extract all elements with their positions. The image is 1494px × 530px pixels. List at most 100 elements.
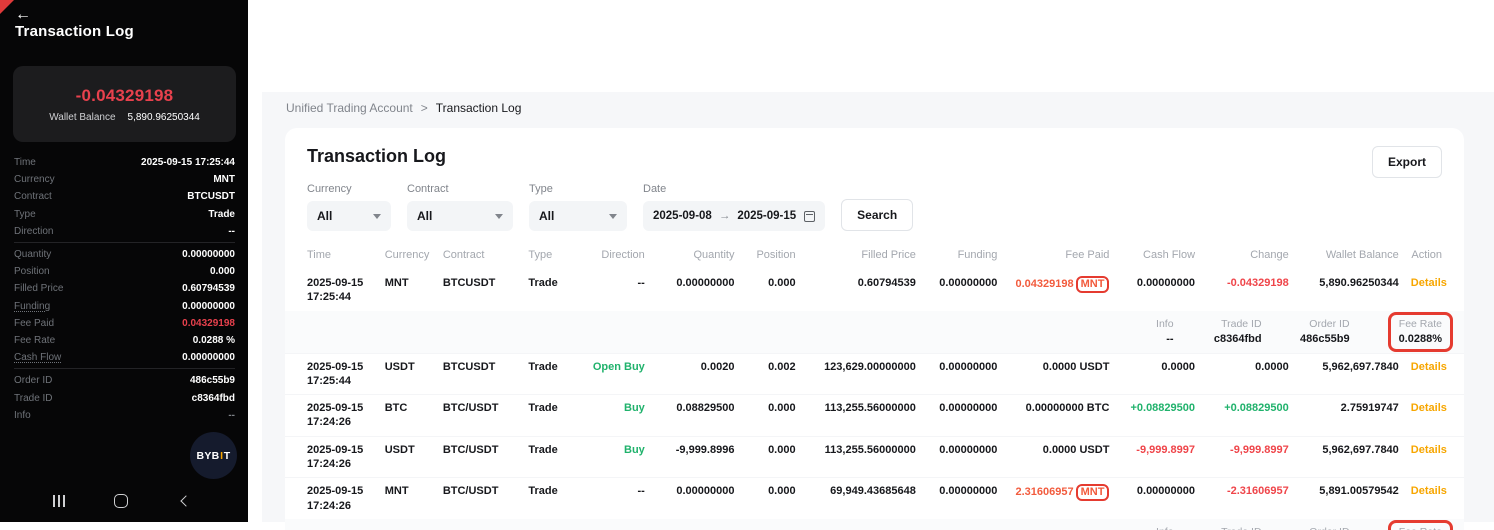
details-link[interactable]: Details <box>1411 361 1447 373</box>
export-button[interactable]: Export <box>1372 146 1442 178</box>
cell-action: Details <box>1405 478 1464 519</box>
contract-filter-dropdown[interactable]: All <box>407 201 513 231</box>
detail-row-fee-paid: Fee Paid0.04329198 <box>14 315 235 332</box>
chevron-down-icon <box>609 214 617 219</box>
contract-filter-label: Contract <box>407 183 513 195</box>
cell-filled-price: 113,255.56000000 <box>802 395 922 437</box>
bybit-logo: BYBIT <box>190 432 237 479</box>
cell-type: Trade <box>522 395 577 437</box>
col-funding: Funding <box>922 241 1004 270</box>
breadcrumb-separator-icon: > <box>421 101 428 115</box>
breadcrumb-parent-link[interactable]: Unified Trading Account <box>286 101 413 115</box>
page-title: Transaction Log <box>285 146 1464 167</box>
col-currency: Currency <box>379 241 437 270</box>
web-content: Unified Trading Account > Transaction Lo… <box>262 92 1494 522</box>
cell-position: 0.000 <box>740 270 801 311</box>
nav-back-icon[interactable] <box>180 495 191 506</box>
breadcrumb: Unified Trading Account > Transaction Lo… <box>262 92 1494 115</box>
col-type: Type <box>522 241 577 270</box>
detail-row-order-id: Order ID486c55b9 <box>14 372 235 389</box>
cell-filled-price: 0.60794539 <box>802 270 922 311</box>
cell-cash-flow: 0.00000000 <box>1115 270 1201 311</box>
recents-icon[interactable] <box>58 495 60 507</box>
detail-row-info: Info-- <box>14 407 235 424</box>
annotation-box-fee-rate-2: Fee Rate0.0375% <box>1388 520 1453 530</box>
date-range-picker[interactable]: 2025-09-08 → 2025-09-15 <box>643 201 825 231</box>
detail-row-trade-id: Trade IDc8364fbd <box>14 389 235 406</box>
details-link[interactable]: Details <box>1411 444 1447 456</box>
cell-funding: 0.00000000 <box>922 270 1004 311</box>
cell-wallet-balance: 5,962,697.7840 <box>1295 353 1405 395</box>
details-link[interactable]: Details <box>1411 485 1447 497</box>
details-link[interactable]: Details <box>1411 402 1447 414</box>
type-filter-label: Type <box>529 183 627 195</box>
detail-row-direction: Direction-- <box>14 223 235 240</box>
arrow-right-icon: → <box>719 210 731 222</box>
cell-fee-paid: 2.31606957MNT <box>1003 478 1115 519</box>
cell-fee-paid: 0.00000000 BTC <box>1003 395 1115 437</box>
cell-time: 2025-09-1517:24:26 <box>285 436 379 478</box>
cell-change: +0.08829500 <box>1201 395 1295 437</box>
cell-action: Details <box>1405 353 1464 395</box>
cell-quantity: 0.08829500 <box>651 395 741 437</box>
col-action: Action <box>1405 241 1464 270</box>
cell-action: Details <box>1405 395 1464 437</box>
table-row: 2025-09-1517:25:44 MNT BTCUSDT Trade -- … <box>285 270 1464 311</box>
cell-currency: BTC <box>379 395 437 437</box>
mobile-page-title: Transaction Log <box>15 23 134 40</box>
cell-contract: BTC/USDT <box>437 436 523 478</box>
chevron-down-icon <box>373 214 381 219</box>
cell-currency: MNT <box>379 270 437 311</box>
mobile-panel: ← Transaction Log -0.04329198 Wallet Bal… <box>0 0 248 522</box>
divider <box>14 368 235 369</box>
summary-amount: -0.04329198 <box>76 86 174 106</box>
annotation-box-mnt-2: MNT <box>1076 484 1110 501</box>
summary-card: -0.04329198 Wallet Balance 5,890.9625034… <box>13 66 236 142</box>
cell-cash-flow: -9,999.8997 <box>1115 436 1201 478</box>
col-quantity: Quantity <box>651 241 741 270</box>
cell-funding: 0.00000000 <box>922 436 1004 478</box>
cell-filled-price: 123,629.00000000 <box>802 353 922 395</box>
cell-fee-paid: 0.04329198MNT <box>1003 270 1115 311</box>
info-stack: Info-- <box>1124 526 1174 530</box>
home-icon[interactable] <box>114 494 128 508</box>
cell-wallet-balance: 5,890.96250344 <box>1295 270 1405 311</box>
cell-fee-paid: 0.0000 USDT <box>1003 436 1115 478</box>
detail-row-filled-price: Filled Price0.60794539 <box>14 280 235 297</box>
search-button[interactable]: Search <box>841 199 913 231</box>
cell-type: Trade <box>522 270 577 311</box>
cell-change: -2.31606957 <box>1201 478 1295 519</box>
cell-direction: -- <box>577 478 650 519</box>
cell-wallet-balance: 5,891.00579542 <box>1295 478 1405 519</box>
order-id-stack: Order ID48542208 <box>1300 526 1350 530</box>
expanded-detail-row: Info-- Trade ID48179327 Order ID48542208… <box>285 519 1464 530</box>
transaction-table: Time Currency Contract Type Direction Qu… <box>285 241 1464 530</box>
wallet-balance-label: Wallet Balance <box>49 112 115 123</box>
currency-filter-dropdown[interactable]: All <box>307 201 391 231</box>
divider <box>14 242 235 243</box>
cell-contract: BTCUSDT <box>437 270 523 311</box>
order-id-stack: Order ID486c55b9 <box>1300 318 1350 345</box>
cell-fee-paid: 0.0000 USDT <box>1003 353 1115 395</box>
cell-contract: BTC/USDT <box>437 395 523 437</box>
android-nav-bar <box>0 489 248 513</box>
cell-type: Trade <box>522 353 577 395</box>
screen: ← Transaction Log -0.04329198 Wallet Bal… <box>0 0 1494 530</box>
trade-id-stack: Trade IDc8364fbd <box>1212 318 1262 345</box>
recording-indicator <box>0 0 14 14</box>
detail-row-funding: Funding0.00000000 <box>14 298 235 315</box>
cell-cash-flow: 0.00000000 <box>1115 478 1201 519</box>
detail-row-contract: ContractBTCUSDT <box>14 188 235 205</box>
cell-action: Details <box>1405 436 1464 478</box>
trade-id-stack: Trade ID48179327 <box>1212 526 1262 530</box>
cell-direction: Buy <box>577 395 650 437</box>
details-link[interactable]: Details <box>1411 277 1447 289</box>
cell-filled-price: 69,949.43685648 <box>802 478 922 519</box>
cell-funding: 0.00000000 <box>922 478 1004 519</box>
col-direction: Direction <box>577 241 650 270</box>
back-icon[interactable]: ← <box>15 6 31 24</box>
cell-type: Trade <box>522 436 577 478</box>
col-change: Change <box>1201 241 1295 270</box>
type-filter-dropdown[interactable]: All <box>529 201 627 231</box>
date-start: 2025-09-08 <box>653 210 712 222</box>
